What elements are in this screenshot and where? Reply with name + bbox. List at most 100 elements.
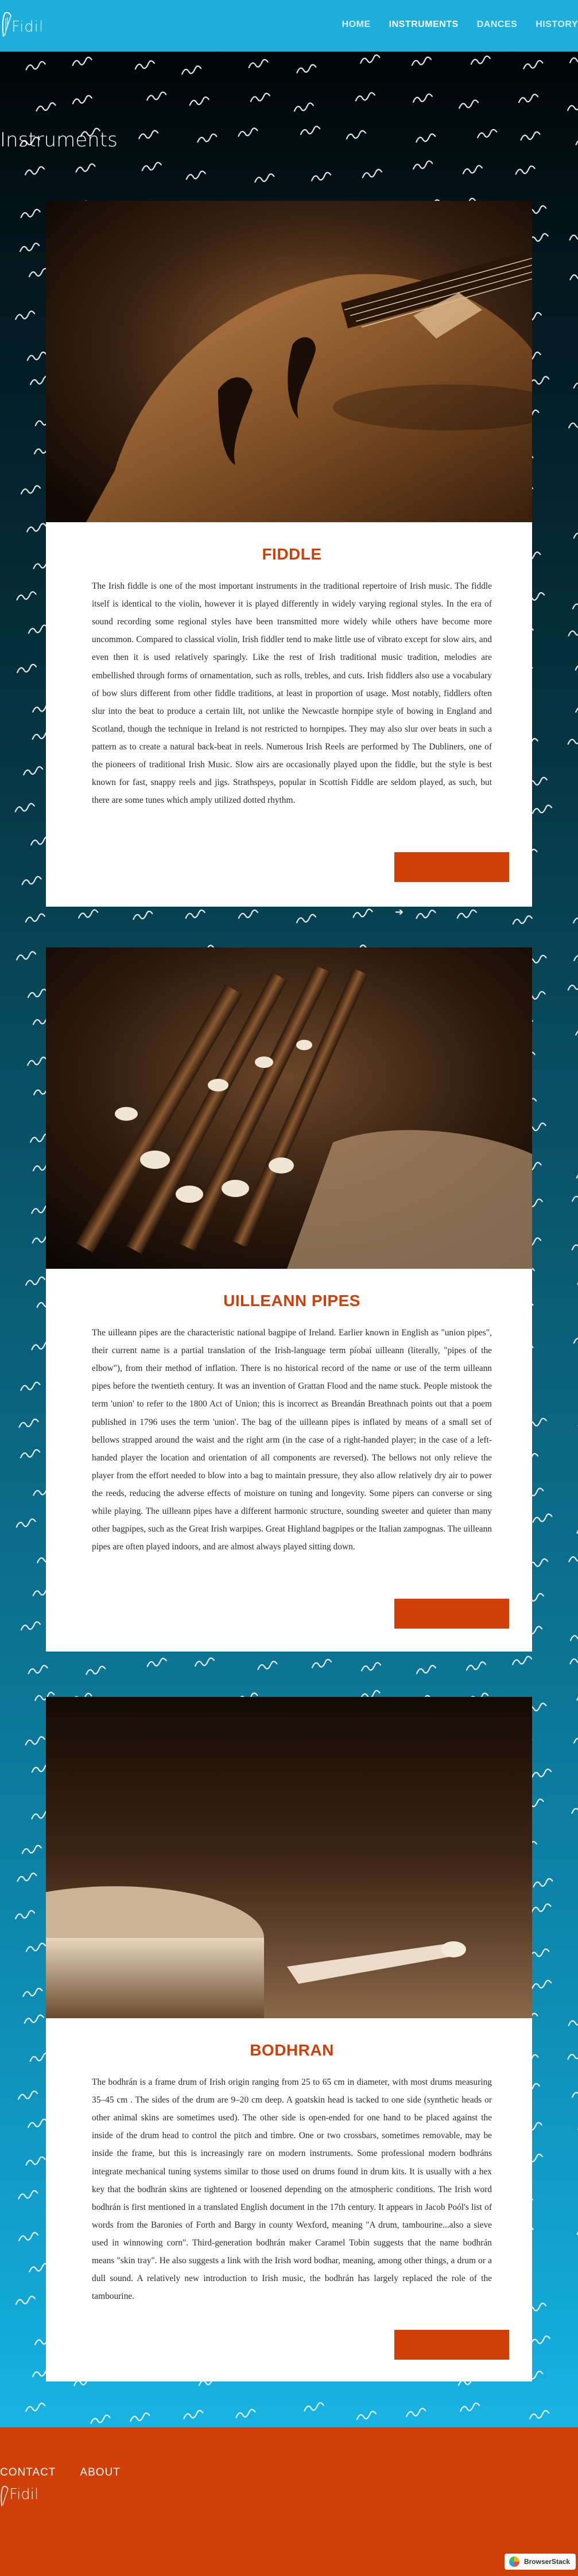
squiggle: [465, 1661, 487, 1671]
squiggle: [25, 913, 45, 923]
squiggle: [416, 1665, 437, 1674]
squiggle: [15, 2295, 36, 2305]
squiggle: [20, 242, 40, 252]
squiggle: [569, 1658, 578, 1665]
squiggle: [533, 1878, 553, 1888]
squiggle: [569, 1635, 578, 1641]
nav-home[interactable]: HOME: [342, 20, 371, 30]
squiggle: [21, 1844, 42, 1855]
squiggle: [356, 2411, 377, 2420]
squiggle: [185, 909, 205, 919]
card-content: UILLEANN PIPES The uilleann pipes are th…: [46, 1269, 532, 1573]
nav-dances[interactable]: DANCES: [477, 20, 518, 30]
squiggle: [304, 2402, 324, 2412]
card-content: BODHRAN The bodhrán is a frame drum of I…: [46, 2018, 532, 2322]
squiggle: [477, 129, 498, 138]
read-more-button[interactable]: [394, 1599, 509, 1629]
browserstack-logo-icon: [509, 2556, 519, 2567]
squiggle: [138, 130, 159, 139]
squiggle: [572, 603, 578, 609]
squiggle: [571, 1244, 578, 1250]
squiggle: [567, 984, 578, 991]
squiggle: [16, 951, 37, 961]
footer-link-about[interactable]: ABOUT: [80, 2466, 120, 2479]
squiggle: [518, 94, 539, 103]
squiggle: [23, 766, 44, 776]
squiggle: [412, 93, 433, 103]
squiggle: [20, 1621, 41, 1631]
arrow-right-icon[interactable]: ➔: [395, 906, 404, 918]
squiggle: [25, 2156, 46, 2166]
squiggle: [569, 234, 578, 241]
squiggle: [460, 2402, 480, 2412]
squiggle: [25, 1276, 46, 1286]
squiggle: [141, 162, 162, 172]
squiggle: [569, 274, 578, 281]
squiggle: [24, 2014, 44, 2024]
squiggle: [529, 1948, 550, 1958]
squiggle: [573, 1338, 578, 1344]
squiggle: [248, 59, 269, 68]
squiggle: [72, 95, 92, 104]
squiggle: [14, 803, 35, 813]
squiggle: [567, 105, 578, 111]
read-more-button[interactable]: [394, 2330, 509, 2360]
drum-photo: [46, 1697, 532, 2018]
squiggle: [134, 60, 155, 70]
squiggle: [532, 1980, 552, 1990]
squiggle: [532, 805, 553, 814]
site-footer: CONTACT ABOUT Fidil BrowserStack: [0, 2427, 578, 2576]
squiggle: [26, 351, 47, 361]
squiggle: [523, 60, 544, 69]
squiggle: [296, 914, 317, 923]
squiggle: [571, 1808, 578, 1814]
squiggle: [569, 57, 578, 64]
squiggle: [311, 1658, 332, 1669]
squiggle: [14, 1910, 36, 1920]
squiggle: [197, 133, 218, 143]
instrument-title: BODHRAN: [250, 2041, 334, 2059]
nav-history[interactable]: HISTORY: [536, 20, 578, 30]
footer-link-contact[interactable]: CONTACT: [0, 2466, 56, 2479]
read-more-button[interactable]: [394, 852, 509, 882]
squiggle: [459, 99, 479, 109]
squiggle: [238, 127, 258, 137]
instrument-card-bodhran: BODHRAN The bodhrán is a frame drum of I…: [46, 1697, 532, 2381]
browserstack-badge[interactable]: BrowserStack: [504, 2554, 576, 2570]
instrument-description: The uilleann pipes are the characteristi…: [92, 1328, 492, 1552]
squiggle: [25, 1942, 46, 1952]
logo[interactable]: Fidil: [0, 8, 69, 42]
page-title: Instruments: [0, 129, 118, 151]
squiggle: [573, 382, 578, 389]
brand-name: Fidil: [11, 18, 44, 36]
violin-photo: [46, 201, 532, 522]
squiggle: [75, 163, 96, 173]
main-nav: HOME INSTRUMENTS DANCES HISTORY: [342, 20, 578, 30]
squiggle: [529, 2410, 550, 2419]
squiggle: [470, 55, 491, 65]
squiggle: [571, 2092, 578, 2098]
site-header: Fidil HOME INSTRUMENTS DANCES HISTORY: [0, 0, 578, 52]
squiggle: [18, 2232, 39, 2241]
footer-brand-name: Fidil: [9, 2486, 39, 2503]
squiggle: [133, 910, 153, 920]
squiggle: [416, 910, 436, 919]
instrument-title: UILLEANN PIPES: [223, 1292, 360, 1310]
squiggle: [28, 1665, 48, 1674]
squiggle: [296, 64, 317, 73]
squiggle: [78, 909, 99, 919]
squiggle: [352, 908, 373, 918]
squiggle: [456, 909, 477, 919]
squiggle: [28, 267, 49, 278]
squiggle: [311, 172, 332, 181]
squiggle: [573, 1738, 578, 1744]
squiggle: [15, 1518, 36, 1528]
squiggle: [567, 739, 578, 745]
nav-instruments[interactable]: INSTRUMENTS: [389, 20, 459, 30]
squiggle: [90, 2414, 111, 2424]
squiggle: [512, 915, 533, 925]
squiggle: [250, 92, 270, 102]
squiggle: [181, 65, 202, 75]
squiggle: [146, 91, 167, 101]
footer-logo[interactable]: Fidil: [0, 2484, 69, 2512]
